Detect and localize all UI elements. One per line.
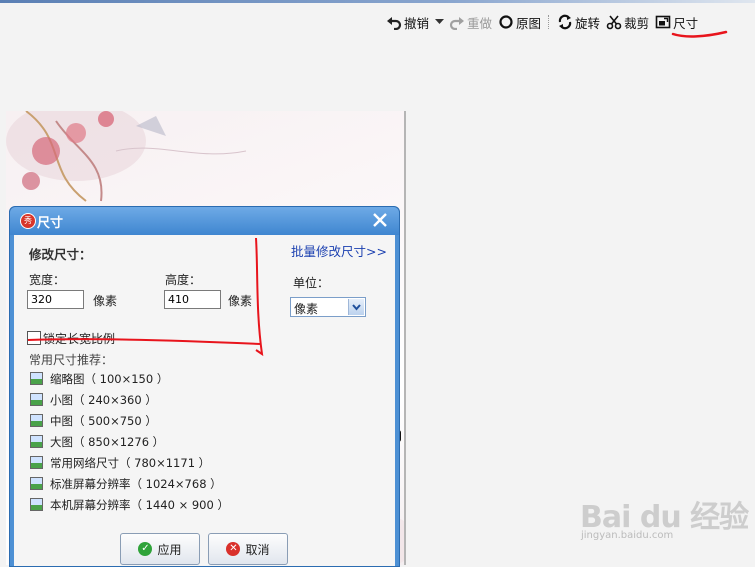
- height-label: 高度：: [165, 273, 202, 287]
- original-image-label: 原图: [516, 15, 542, 31]
- preset-item[interactable]: 本机屏幕分辨率（ 1440 × 900 ）: [30, 495, 229, 514]
- image-icon: [30, 393, 43, 406]
- toolbar-divider: [548, 15, 550, 29]
- preset-item[interactable]: 中图（ 500×750 ）: [30, 411, 157, 430]
- preset-label: 中图（ 500×750 ）: [50, 413, 157, 428]
- redo-button[interactable]: 重做: [446, 12, 495, 32]
- apply-button[interactable]: ✓ 应用: [120, 533, 200, 565]
- preset-item[interactable]: 小图（ 240×360 ）: [30, 390, 157, 409]
- image-icon: [30, 414, 43, 427]
- crop-button[interactable]: 裁剪: [603, 12, 652, 32]
- resize-button[interactable]: 尺寸: [652, 12, 701, 32]
- resize-label: 尺寸: [673, 15, 699, 31]
- preset-label: 大图（ 850×1276 ）: [50, 434, 165, 449]
- select-arrow: [348, 299, 364, 315]
- redo-label: 重做: [467, 15, 493, 31]
- image-icon: [30, 456, 43, 469]
- dialog-body: 修改尺寸： 批量修改尺寸>> 宽度： 像素 高度： 像素 单位： 像素 锁定长宽…: [14, 235, 395, 566]
- dialog-titlebar[interactable]: 秀 尺寸: [10, 207, 399, 235]
- width-label: 宽度：: [29, 273, 66, 287]
- height-input[interactable]: [164, 290, 221, 309]
- preset-label: 标准屏幕分辨率（ 1024×768 ）: [50, 476, 222, 491]
- checkmark-icon: ✓: [138, 542, 153, 556]
- undo-icon: [387, 17, 402, 30]
- crop-label: 裁剪: [624, 15, 650, 31]
- presets-label: 常用尺寸推荐：: [29, 353, 114, 367]
- preset-label: 小图（ 240×360 ）: [50, 392, 157, 407]
- width-unit: 像素: [93, 294, 118, 308]
- cancel-label: 取消: [245, 542, 270, 557]
- image-icon: [30, 435, 43, 448]
- apply-label: 应用: [157, 542, 182, 557]
- editor-toolbar: 撤销 重做 原图 旋转 裁剪 尺寸: [383, 12, 701, 32]
- cancel-button[interactable]: ✕ 取消: [208, 533, 288, 565]
- close-icon: [373, 213, 387, 227]
- preset-label: 常用网络尺寸（ 780×1171 ）: [50, 455, 211, 470]
- resize-dialog: 秀 尺寸 修改尺寸： 批量修改尺寸>> 宽度： 像素 高度： 像素 单位： 像素…: [9, 206, 400, 567]
- rotate-label: 旋转: [575, 15, 601, 31]
- width-input[interactable]: [27, 290, 84, 309]
- window-top-border: [0, 0, 755, 3]
- preset-item[interactable]: 标准屏幕分辨率（ 1024×768 ）: [30, 474, 222, 493]
- watermark-url: jingyan.baidu.com: [581, 530, 674, 541]
- unit-label: 单位：: [293, 276, 330, 290]
- dialog-title: 尺寸: [37, 216, 64, 231]
- original-image-button[interactable]: 原图: [495, 12, 544, 32]
- unit-select-value: 像素: [294, 302, 319, 316]
- scissors-icon: [606, 15, 622, 30]
- preset-label: 本机屏幕分辨率（ 1440 × 900 ）: [50, 497, 229, 512]
- batch-resize-link[interactable]: 批量修改尺寸>>: [291, 241, 387, 260]
- preset-item[interactable]: 大图（ 850×1276 ）: [30, 432, 164, 451]
- undo-button[interactable]: 撤销: [383, 12, 432, 32]
- image-icon: [30, 372, 43, 385]
- redo-icon: [449, 17, 465, 30]
- chevron-down-icon: [352, 304, 361, 311]
- resize-icon: [655, 15, 671, 29]
- section-title: 修改尺寸：: [29, 247, 92, 262]
- height-unit: 像素: [228, 294, 253, 308]
- lock-ratio-label[interactable]: 锁定长宽比例: [43, 330, 115, 347]
- image-icon: [30, 498, 43, 511]
- lock-ratio-checkbox[interactable]: [27, 331, 41, 345]
- undo-history-dropdown[interactable]: [432, 12, 446, 32]
- image-icon: [30, 477, 43, 490]
- circle-icon: [499, 15, 513, 29]
- cancel-icon: ✕: [226, 542, 241, 556]
- rotate-icon: [558, 14, 572, 30]
- preset-item[interactable]: 常用网络尺寸（ 780×1171 ）: [30, 453, 210, 472]
- close-button[interactable]: [371, 211, 389, 229]
- chevron-down-icon: [434, 19, 444, 24]
- undo-label: 撤销: [404, 15, 430, 31]
- preset-item[interactable]: 缩略图（ 100×150 ）: [30, 369, 168, 388]
- app-logo-icon: 秀: [20, 213, 36, 229]
- preset-label: 缩略图（ 100×150 ）: [50, 371, 169, 386]
- unit-select[interactable]: 像素: [290, 297, 366, 317]
- rotate-button[interactable]: 旋转: [554, 12, 603, 32]
